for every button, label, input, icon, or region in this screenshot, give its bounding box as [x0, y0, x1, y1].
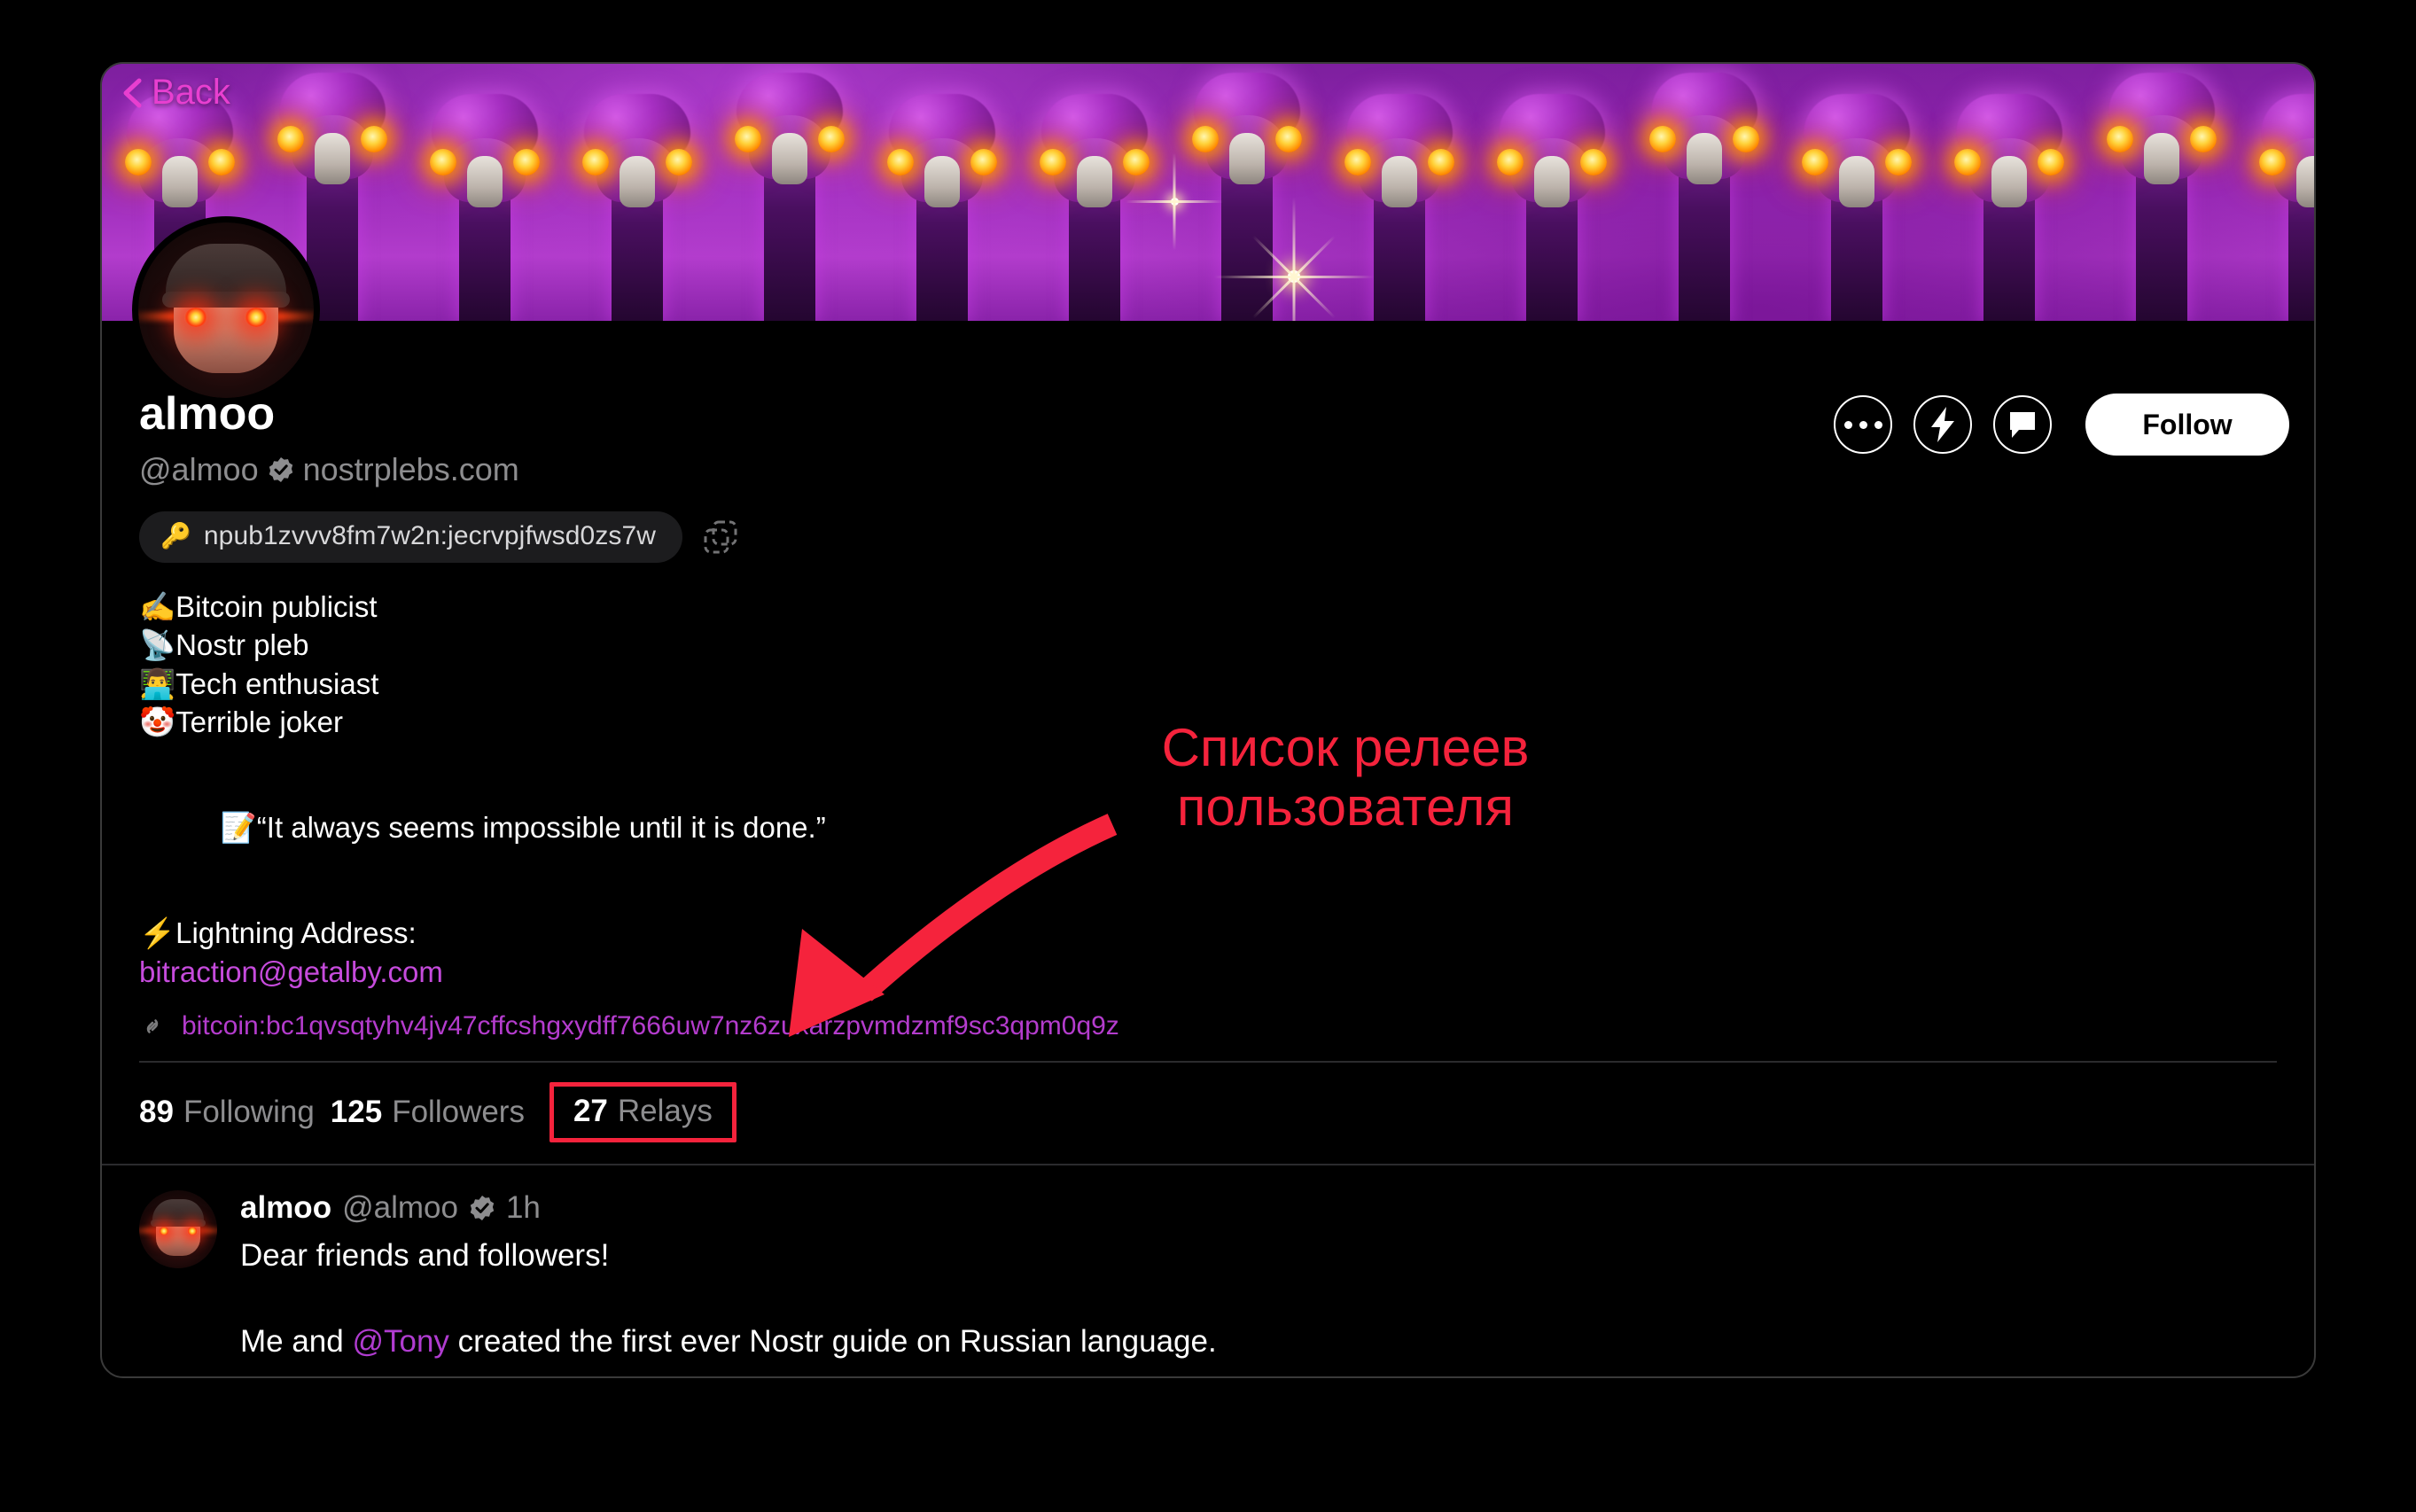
verified-badge-icon — [470, 1195, 495, 1220]
note-text-pre: Me and — [240, 1323, 353, 1359]
note-avatar-beanie-brim — [151, 1219, 206, 1227]
note-mention[interactable]: @Tony — [352, 1324, 448, 1359]
banner-ostrich — [712, 64, 868, 321]
note-content: Dear friends and followers! Me and @Tony… — [240, 1235, 2277, 1363]
link-icon — [146, 1018, 159, 1033]
zap-button[interactable] — [1913, 395, 1972, 454]
stat-following-label: Following — [183, 1094, 315, 1129]
stat-following[interactable]: 89 Following — [139, 1086, 331, 1139]
banner-ostrich — [2236, 64, 2314, 321]
banner-ostrich — [2084, 64, 2240, 321]
note-header: almoo @almoo 1h — [240, 1190, 2277, 1226]
screenshot-root: Back Follow almoo @almoo nostrplebs.com … — [0, 0, 2416, 1512]
bio-quote-line: 📝“It always seems impossible until it is… — [139, 770, 2277, 886]
bio-line: 👨‍💻Tech enthusiast — [139, 666, 379, 700]
profile-body: almoo @almoo nostrplebs.com 🔑 npub1zvvv8… — [102, 390, 2314, 1362]
bitcoin-address-row[interactable]: bitcoin:bc1qvsqtyhv4jv47cffcshgxydff7666… — [139, 1011, 2277, 1041]
back-button[interactable]: Back — [121, 73, 230, 113]
bio-quote-emoji: 📝 — [220, 811, 257, 845]
banner-ostrich — [1321, 64, 1477, 321]
banner-ostrich — [1474, 64, 1630, 321]
profile-stats-row: 89 Following 125 Followers 27 Relays — [139, 1063, 2277, 1164]
verified-badge-icon — [269, 456, 292, 482]
note-author-handle: @almoo — [342, 1189, 458, 1225]
bitcoin-uri-text: bitcoin:bc1qvsqtyhv4jv47cffcshgxydff7666… — [182, 1010, 1119, 1040]
bio-spacer-2 — [139, 885, 2277, 914]
profile-avatar[interactable] — [132, 216, 320, 404]
profile-npub-row: 🔑 npub1zvvv8fm7w2n:jecrvpjfwsd0zs7w — [139, 510, 2277, 563]
note-timestamp: 1h — [505, 1189, 541, 1225]
stat-relays-label: Relays — [617, 1093, 713, 1128]
profile-nip05-domain: nostrplebs.com — [302, 450, 519, 487]
key-icon: 🔑 — [160, 521, 191, 549]
direct-message-button[interactable] — [1993, 395, 2052, 454]
note-author-avatar[interactable] — [139, 1189, 217, 1268]
profile-banner: Back — [102, 64, 2314, 321]
follow-button[interactable]: Follow — [2085, 394, 2289, 456]
bio-quote-text: “It always seems impossible until it is … — [256, 811, 826, 845]
note-author-name[interactable]: almoo — [240, 1190, 331, 1226]
lightning-bolt-icon — [1931, 407, 1954, 442]
back-button-label: Back — [152, 73, 230, 112]
copy-icon[interactable] — [702, 518, 739, 556]
profile-action-bar: Follow — [1834, 394, 2289, 456]
bio-line: 🤡Terrible joker — [139, 705, 343, 739]
stat-following-value: 89 — [139, 1094, 174, 1129]
banner-ostrich — [1931, 64, 2087, 321]
avatar-laser-eye-right — [245, 308, 268, 327]
lightning-address-label: ⚡Lightning Address: — [139, 916, 417, 950]
banner-ostrich — [1017, 64, 1173, 321]
profile-bio: ✍️Bitcoin publicist 📡Nostr pleb 👨‍💻Tech … — [139, 588, 2277, 992]
bio-line: ✍️Bitcoin publicist — [139, 589, 378, 623]
stat-relays[interactable]: 27 Relays — [549, 1081, 736, 1142]
profile-card: Back Follow almoo @almoo nostrplebs.com … — [100, 62, 2316, 1378]
note-paragraph: Me and @Tony created the first ever Nost… — [240, 1321, 2277, 1362]
banner-ostrich — [1779, 64, 1935, 321]
stat-relays-value: 27 — [573, 1093, 608, 1128]
npub-text: npub1zvvv8fm7w2n:jecrvpjfwsd0zs7w — [203, 520, 657, 550]
npub-chip[interactable]: 🔑 npub1zvvv8fm7w2n:jecrvpjfwsd0zs7w — [139, 510, 683, 563]
lightning-address-value[interactable]: bitraction@getalby.com — [139, 953, 2277, 992]
banner-ostrich — [407, 64, 563, 321]
bio-spacer — [139, 742, 2277, 770]
note-item[interactable]: almoo @almoo 1h Dear friends and followe… — [139, 1165, 2277, 1363]
ellipsis-icon — [1843, 420, 1882, 429]
profile-handle-row: @almoo nostrplebs.com — [139, 451, 2277, 488]
stat-followers[interactable]: 125 Followers — [331, 1086, 541, 1139]
stat-followers-value: 125 — [330, 1094, 383, 1129]
banner-ostrich — [1626, 64, 1782, 321]
chevron-left-icon — [123, 78, 142, 107]
banner-ostrich — [1169, 64, 1325, 321]
note-avatar-laser-eye-right — [187, 1226, 198, 1235]
bio-line: 📡Nostr pleb — [139, 628, 309, 662]
note-text-post: created the first ever Nostr guide on Ru… — [448, 1323, 1217, 1359]
avatar-beanie-brim — [162, 292, 290, 308]
avatar-image — [138, 222, 314, 398]
avatar-laser-eye-left — [184, 308, 207, 327]
chat-bubble-icon — [2010, 412, 2035, 438]
banner-ostrich — [864, 64, 1020, 321]
profile-handle: @almoo — [139, 450, 259, 487]
note-avatar-laser-eye-left — [159, 1226, 169, 1235]
note-body: almoo @almoo 1h Dear friends and followe… — [240, 1190, 2277, 1363]
banner-ostriches — [102, 64, 2314, 321]
banner-ostrich — [559, 64, 715, 321]
more-options-button[interactable] — [1834, 395, 1892, 454]
stat-followers-label: Followers — [392, 1094, 525, 1129]
note-paragraph: Dear friends and followers! — [240, 1237, 610, 1273]
